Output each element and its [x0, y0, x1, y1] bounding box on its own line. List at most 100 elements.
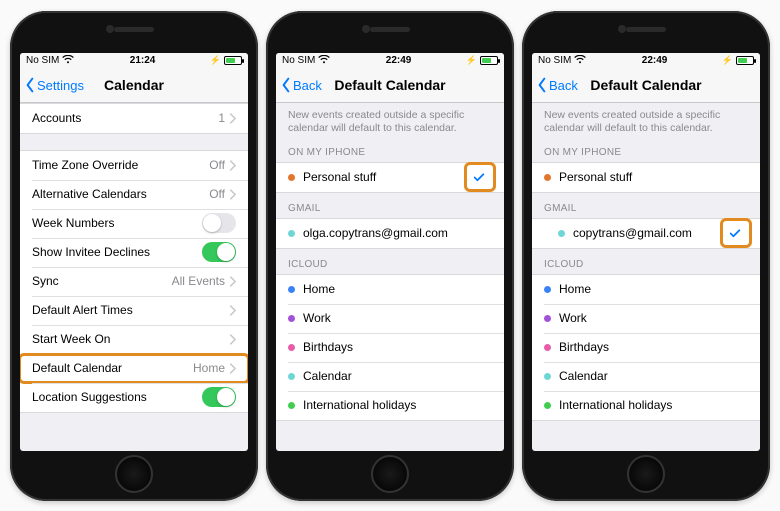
calendar-row[interactable]: Birthdays	[276, 333, 504, 362]
nav-bar: Back Default Calendar	[276, 69, 504, 103]
settings-row[interactable]: Start Week On	[20, 325, 248, 354]
calendar-label: International holidays	[559, 398, 748, 412]
carrier-label: No SIM	[26, 55, 59, 66]
clock: 22:49	[330, 55, 466, 66]
calendar-color-dot	[288, 286, 295, 293]
checkmark-icon	[728, 226, 742, 240]
clock: 21:24	[74, 55, 210, 66]
calendar-color-dot	[288, 344, 295, 351]
group-header: ICLOUD	[532, 249, 760, 274]
settings-row[interactable]: Week Numbers	[20, 209, 248, 238]
settings-list[interactable]: New events created outside a specific ca…	[276, 103, 504, 451]
calendar-row[interactable]: Birthdays	[532, 333, 760, 362]
phone-frame-2: No SIM 22:49 ⚡ Back Default Calendar New…	[266, 11, 514, 501]
calendar-group: Home Work BirthdaysCalendarInternational h…	[276, 274, 504, 421]
back-button[interactable]: Back	[280, 77, 322, 93]
chevron-right-icon	[229, 305, 236, 316]
group-header: GMAIL	[532, 193, 760, 218]
battery-icon	[480, 56, 498, 65]
calendar-label: Work	[303, 311, 492, 325]
calendar-row[interactable]: Home	[532, 275, 760, 304]
settings-row[interactable]: Alternative CalendarsOff	[20, 180, 248, 209]
calendar-label: olga.copytrans@gmail.com	[303, 226, 492, 240]
calendar-row[interactable]: International holidays	[276, 391, 504, 420]
calendar-row[interactable]: Personal stuff	[276, 163, 504, 192]
nav-bar: Settings Calendar	[20, 69, 248, 103]
carrier-label: No SIM	[538, 55, 571, 66]
calendar-row[interactable]: Personal stuff	[532, 163, 760, 192]
settings-row[interactable]: Default Alert Times	[20, 296, 248, 325]
home-button[interactable]	[371, 455, 409, 493]
toggle-switch[interactable]	[202, 387, 236, 407]
calendar-label: Birthdays	[559, 340, 748, 354]
calendar-row[interactable]: Home	[276, 275, 504, 304]
calendar-label: Personal stuff	[303, 170, 466, 184]
calendar-color-dot	[544, 174, 551, 181]
back-button[interactable]: Settings	[24, 77, 84, 93]
settings-row[interactable]: Accounts1	[20, 104, 248, 133]
settings-row[interactable]: Time Zone OverrideOff	[20, 151, 248, 180]
home-button[interactable]	[115, 455, 153, 493]
calendar-color-dot	[558, 230, 565, 237]
settings-row[interactable]: SyncAll Events	[20, 267, 248, 296]
calendar-label: Home	[559, 282, 748, 296]
toggle-switch[interactable]	[202, 242, 236, 262]
carrier-label: No SIM	[282, 55, 315, 66]
group-header: ON MY IPHONE	[532, 137, 760, 162]
row-label: Show Invitee Declines	[32, 245, 202, 259]
calendar-row[interactable]: International holidays	[532, 391, 760, 420]
calendar-color-dot	[288, 373, 295, 380]
row-label: Alternative Calendars	[32, 187, 209, 201]
calendar-color-dot	[544, 286, 551, 293]
charging-icon: ⚡	[210, 55, 221, 66]
calendar-label: Calendar	[559, 369, 748, 383]
calendar-color-dot	[544, 402, 551, 409]
calendar-row[interactable]: Calendar	[276, 362, 504, 391]
calendar-group: Home Work Birthdays Calendar International h…	[532, 274, 760, 421]
settings-row[interactable]: Default CalendarHome	[20, 354, 248, 383]
row-label: Start Week On	[32, 332, 229, 346]
calendar-group: copytrans@gmail.com	[532, 218, 760, 249]
checkmark-icon	[472, 170, 486, 184]
settings-list[interactable]: New events created outside a specific ca…	[532, 103, 760, 451]
home-button[interactable]	[627, 455, 665, 493]
screen-3: No SIM 22:49 ⚡ Back Default Calendar New…	[532, 53, 760, 451]
back-label: Back	[293, 78, 322, 93]
calendar-color-dot	[288, 402, 295, 409]
settings-group: Accounts1	[20, 103, 248, 134]
calendar-row[interactable]: Work	[532, 304, 760, 333]
calendar-row[interactable]: olga.copytrans@gmail.com	[276, 219, 504, 248]
row-label: Default Calendar	[32, 361, 193, 375]
calendar-group: olga.copytrans@gmail.com	[276, 218, 504, 249]
chevron-right-icon	[229, 160, 236, 171]
calendar-group: Personal stuff	[532, 162, 760, 193]
row-value: Off	[209, 158, 225, 172]
charging-icon: ⚡	[722, 55, 733, 66]
chevron-right-icon	[229, 334, 236, 345]
calendar-color-dot	[544, 344, 551, 351]
wifi-icon	[318, 55, 330, 67]
row-label: Time Zone Override	[32, 158, 209, 172]
calendar-row[interactable]: copytrans@gmail.com	[532, 219, 760, 248]
nav-bar: Back Default Calendar	[532, 69, 760, 103]
phone-frame-1: No SIM 21:24 ⚡ Settings Calendar Account…	[10, 11, 258, 501]
calendar-color-dot	[288, 174, 295, 181]
toggle-switch[interactable]	[202, 213, 236, 233]
status-bar: No SIM 22:49 ⚡	[276, 53, 504, 69]
row-value: Off	[209, 187, 225, 201]
battery-icon	[224, 56, 242, 65]
settings-row[interactable]: Show Invitee Declines	[20, 238, 248, 267]
calendar-row[interactable]: Calendar	[532, 362, 760, 391]
settings-row[interactable]: Location Suggestions	[20, 383, 248, 412]
settings-list[interactable]: Accounts1Time Zone OverrideOffAlternativ…	[20, 103, 248, 451]
battery-icon	[736, 56, 754, 65]
helper-text: New events created outside a specific ca…	[276, 103, 504, 137]
row-value: 1	[218, 111, 225, 125]
calendar-label: Personal stuff	[559, 170, 748, 184]
calendar-row[interactable]: Work	[276, 304, 504, 333]
wifi-icon	[62, 55, 74, 67]
row-label: Accounts	[32, 111, 218, 125]
calendar-label: Work	[559, 311, 748, 325]
status-bar: No SIM 22:49 ⚡	[532, 53, 760, 69]
back-button[interactable]: Back	[536, 77, 578, 93]
